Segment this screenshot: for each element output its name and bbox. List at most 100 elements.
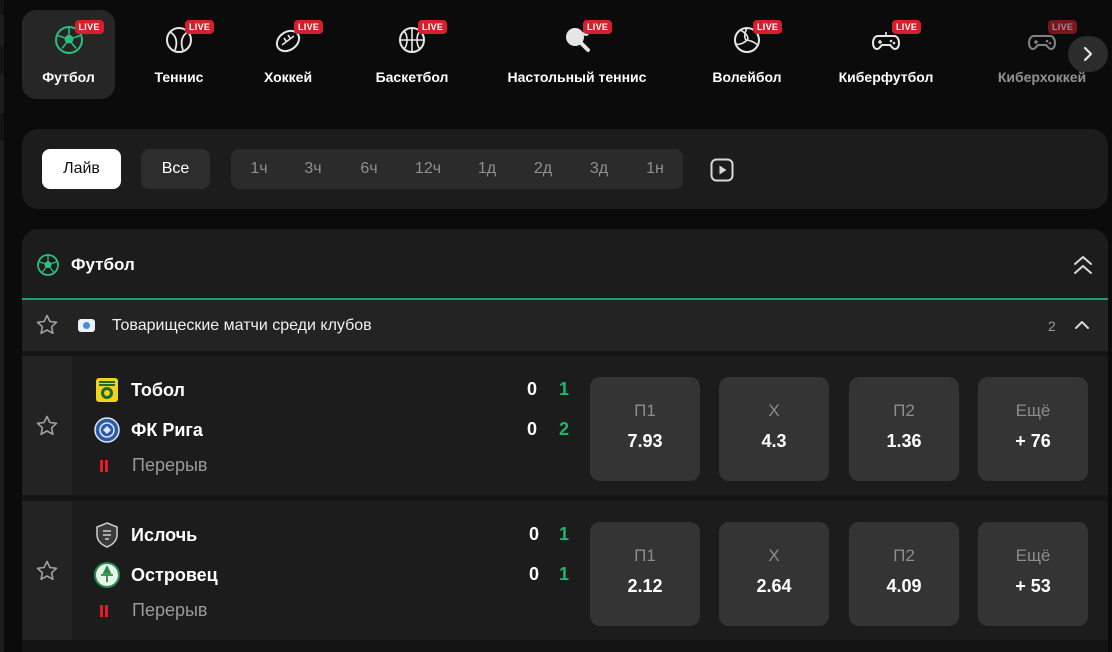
- pause-icon: [100, 459, 108, 472]
- pause-icon: [100, 604, 108, 617]
- time-range-1d[interactable]: 1д: [459, 149, 515, 189]
- time-range-3h[interactable]: 3ч: [285, 149, 341, 189]
- league-row[interactable]: Товарищеские матчи среди клубов 2: [22, 300, 1108, 351]
- team-away: ФК Рига: [94, 416, 203, 444]
- odd-value: 7.93: [627, 431, 663, 451]
- score-half: 0: [526, 379, 537, 399]
- league-match-count: 2: [1048, 318, 1056, 334]
- sport-label: Настольный теннис: [507, 69, 647, 85]
- world-flag-icon: [78, 319, 95, 332]
- team-logo-icon: [94, 562, 120, 588]
- odd-label: П1: [634, 546, 656, 565]
- more-markets-button[interactable]: Ещё + 76: [978, 377, 1088, 481]
- odd-label: Х: [768, 401, 780, 420]
- status-text: Перерыв: [132, 600, 208, 620]
- live-badge: LIVE: [74, 20, 104, 34]
- odd-value: 4.3: [761, 431, 787, 451]
- time-range-3d[interactable]: 3д: [571, 149, 627, 189]
- odd-label: П2: [893, 401, 915, 420]
- time-range-1w[interactable]: 1н: [627, 149, 683, 189]
- star-icon[interactable]: [35, 313, 59, 337]
- odd-label: П2: [893, 546, 915, 565]
- odd-label: П1: [634, 401, 656, 420]
- sport-tab-basketball[interactable]: LIVE Баскетбол: [362, 10, 462, 99]
- time-range-2d[interactable]: 2д: [515, 149, 571, 189]
- live-badge: LIVE: [185, 20, 215, 34]
- sport-label: Футбол: [42, 69, 95, 85]
- more-markets-button[interactable]: Ещё + 53: [978, 522, 1088, 626]
- odd-x-button[interactable]: Х 4.3: [719, 377, 829, 481]
- time-range-6h[interactable]: 6ч: [341, 149, 397, 189]
- sport-tab-football[interactable]: LIVE Футбол: [22, 10, 115, 99]
- sport-label: Хоккей: [263, 69, 313, 85]
- odd-p2-button[interactable]: П2 4.09: [849, 522, 959, 626]
- odd-p2-button[interactable]: П2 1.36: [849, 377, 959, 481]
- time-range-1h[interactable]: 1ч: [231, 149, 287, 189]
- live-badge: LIVE: [294, 20, 324, 34]
- live-badge: LIVE: [892, 20, 922, 34]
- sport-tab-cyberfootball[interactable]: LIVE Киберфутбол: [830, 10, 942, 99]
- left-edge-segment: [0, 74, 4, 114]
- chevron-up-icon[interactable]: [1074, 318, 1090, 332]
- odd-value: 2.12: [627, 576, 663, 596]
- score-total: 1: [558, 524, 569, 544]
- sport-label: Киберфутбол: [838, 69, 934, 85]
- football-section: Футбол Товарищеские матчи среди клубов 2…: [22, 229, 1108, 652]
- sport-tab-tennis[interactable]: LIVE Теннис: [139, 10, 219, 99]
- team-logo-icon: [96, 522, 118, 548]
- odd-value: + 76: [1015, 431, 1051, 451]
- odd-value: + 53: [1015, 576, 1051, 596]
- team-home: Ислочь: [94, 521, 197, 549]
- odd-p1-button[interactable]: П1 2.12: [590, 522, 700, 626]
- odd-label: Ещё: [1015, 546, 1051, 565]
- sport-tab-table-tennis[interactable]: LIVE Настольный теннис: [502, 10, 652, 99]
- sport-label: Баскетбол: [375, 69, 449, 85]
- match-status: Перерыв: [100, 455, 207, 476]
- star-icon[interactable]: [35, 559, 59, 583]
- left-edge-segment: [0, 14, 4, 46]
- collapse-all-icon[interactable]: [1072, 253, 1094, 277]
- score-half: 0: [528, 564, 539, 584]
- section-title: Футбол: [71, 255, 135, 274]
- sports-strip: LIVE Футбол LIVE Теннис LIVE Хоккей LIVE…: [22, 10, 1112, 100]
- sport-label: Теннис: [154, 69, 204, 85]
- live-badge: LIVE: [753, 20, 783, 34]
- left-edge-segment: [0, 140, 4, 652]
- odd-p1-button[interactable]: П1 7.93: [590, 377, 700, 481]
- team-name: ФК Рига: [131, 419, 203, 440]
- odd-label: Х: [768, 546, 780, 565]
- match-status: Перерыв: [100, 600, 207, 621]
- star-icon[interactable]: [35, 414, 59, 438]
- filter-bar: Лайв Все 1ч 3ч 6ч 12ч 1д 2д 3д 1н: [22, 129, 1108, 209]
- video-stream-icon[interactable]: [710, 158, 734, 182]
- sport-label: Киберхоккей: [997, 69, 1087, 85]
- score-half: 0: [526, 419, 537, 439]
- live-badge: LIVE: [418, 20, 448, 34]
- filter-all-button[interactable]: Все: [141, 149, 210, 189]
- chevron-right-icon: [1083, 46, 1093, 62]
- odd-value: 1.36: [886, 431, 922, 451]
- live-badge: LIVE: [1048, 20, 1078, 34]
- odd-label: Ещё: [1015, 401, 1051, 420]
- sport-label: Волейбол: [712, 69, 782, 85]
- live-badge: LIVE: [583, 20, 613, 34]
- match-row[interactable]: Тобол ФК Рига 0 1 0 2 Перерыв П1 7.93 Х …: [22, 356, 1108, 495]
- odd-x-button[interactable]: Х 2.64: [719, 522, 829, 626]
- team-home: Тобол: [94, 376, 185, 404]
- section-header[interactable]: Футбол: [22, 229, 1108, 300]
- sports-next-button[interactable]: [1068, 36, 1108, 72]
- filter-live-button[interactable]: Лайв: [42, 149, 121, 189]
- sport-tab-volleyball[interactable]: LIVE Волейбол: [702, 10, 792, 99]
- team-name: Островец: [131, 564, 218, 585]
- odd-value: 4.09: [886, 576, 922, 596]
- odd-value: 2.64: [756, 576, 792, 596]
- score-total: 2: [558, 419, 569, 439]
- time-range-group: 1ч 3ч 6ч 12ч 1д 2д 3д 1н: [231, 149, 683, 189]
- match-row[interactable]: Ислочь Островец 0 1 0 1 Перерыв П1 2.12 …: [22, 501, 1108, 640]
- time-range-12h[interactable]: 12ч: [400, 149, 456, 189]
- favorite-column: [22, 501, 72, 640]
- status-text: Перерыв: [132, 455, 208, 475]
- favorite-column: [22, 356, 72, 495]
- sport-tab-hockey[interactable]: LIVE Хоккей: [248, 10, 328, 99]
- team-logo-icon: [94, 417, 120, 443]
